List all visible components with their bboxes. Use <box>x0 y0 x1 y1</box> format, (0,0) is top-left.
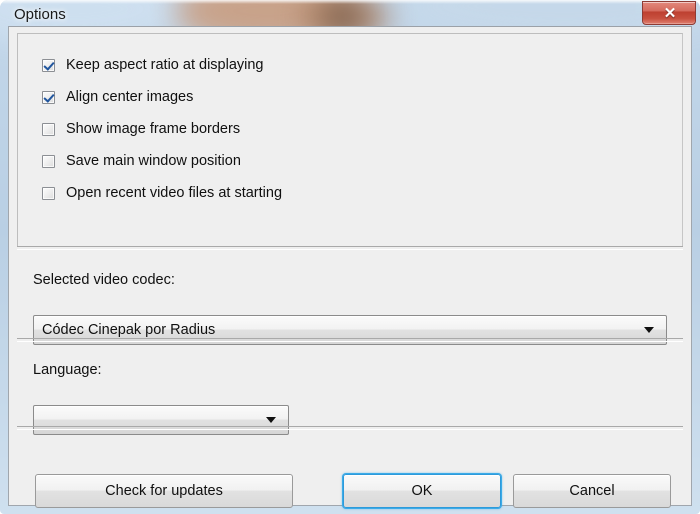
checkbox-row-open-recent-video-files[interactable]: Open recent video files at starting <box>42 182 282 204</box>
window-title: Options <box>14 6 66 23</box>
checkbox-align-center-images[interactable] <box>42 90 55 104</box>
checkbox-label-align-center-images: Align center images <box>66 89 194 105</box>
checkbox-label-show-image-frame-borders: Show image frame borders <box>66 121 241 137</box>
language-select[interactable] <box>33 405 289 435</box>
checkbox-row-keep-aspect-ratio[interactable]: Keep aspect ratio at displaying <box>42 54 264 76</box>
cancel-button[interactable]: Cancel <box>513 474 671 508</box>
checkbox-keep-aspect-ratio[interactable] <box>42 58 55 72</box>
checkbox-row-align-center-images[interactable]: Align center images <box>42 86 193 108</box>
chevron-down-icon <box>266 417 276 423</box>
checkbox-label-keep-aspect-ratio: Keep aspect ratio at displaying <box>66 57 264 73</box>
display-options-panel: Keep aspect ratio at displaying Align ce… <box>17 33 683 247</box>
close-icon: ✕ <box>663 5 677 22</box>
chevron-down-icon <box>644 327 654 333</box>
separator-codec <box>17 246 683 250</box>
separator-buttons <box>17 426 683 430</box>
dialog-client-area: Keep aspect ratio at displaying Align ce… <box>8 26 692 508</box>
checkbox-row-show-image-frame-borders[interactable]: Show image frame borders <box>42 118 240 140</box>
check-for-updates-button[interactable]: Check for updates <box>35 474 293 508</box>
ok-button[interactable]: OK <box>343 474 501 508</box>
separator-language <box>17 338 683 342</box>
options-dialog-window: Options ✕ Keep aspect ratio at displayin… <box>0 0 700 514</box>
codec-label: Selected video codec: <box>33 272 175 288</box>
codec-selected-value: Códec Cinepak por Radius <box>42 322 216 338</box>
checkbox-show-image-frame-borders[interactable] <box>42 122 55 136</box>
checkbox-label-save-main-window-position: Save main window position <box>66 153 241 169</box>
language-label: Language: <box>33 362 102 378</box>
checkbox-label-open-recent-video-files: Open recent video files at starting <box>66 185 283 201</box>
checkbox-save-main-window-position[interactable] <box>42 154 55 168</box>
close-button[interactable]: ✕ <box>642 1 696 25</box>
checkbox-row-save-main-window-position[interactable]: Save main window position <box>42 150 241 172</box>
checkbox-open-recent-video-files[interactable] <box>42 186 55 200</box>
